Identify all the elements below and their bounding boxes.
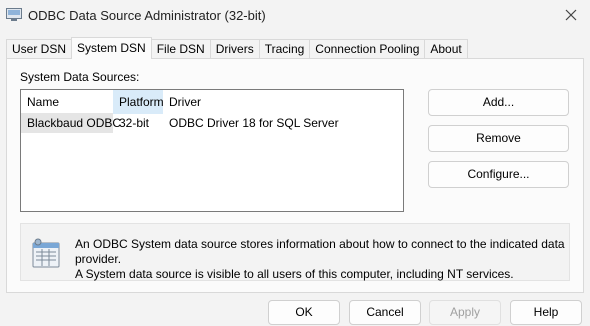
ok-button[interactable]: OK xyxy=(268,300,340,325)
info-box: An ODBC System data source stores inform… xyxy=(20,223,570,281)
column-header-name[interactable]: Name xyxy=(21,90,113,114)
system-data-sources-label: System Data Sources: xyxy=(20,70,140,84)
list-header: Name Platform Driver xyxy=(21,90,403,114)
info-line-2: A System data source is visible to all u… xyxy=(75,267,514,281)
cancel-button[interactable]: Cancel xyxy=(349,300,421,325)
tab-file-dsn[interactable]: File DSN xyxy=(151,39,210,59)
tab-drivers[interactable]: Drivers xyxy=(209,39,259,59)
tab-system-dsn[interactable]: System DSN xyxy=(71,37,152,59)
title-bar: ODBC Data Source Administrator (32-bit) xyxy=(0,0,590,32)
tab-strip: User DSN System DSN File DSN Drivers Tra… xyxy=(6,37,468,59)
add-button[interactable]: Add... xyxy=(428,89,569,116)
configure-button[interactable]: Configure... xyxy=(428,161,569,188)
window-title: ODBC Data Source Administrator (32-bit) xyxy=(28,8,266,23)
system-dsn-page: System Data Sources: Name Platform Drive… xyxy=(6,58,584,293)
dsn-name-cell[interactable]: Blackbaud ODBC xyxy=(21,113,121,133)
data-sources-list[interactable]: Name Platform Driver Blackbaud ODBC 32-b… xyxy=(20,89,404,212)
help-button[interactable]: Help xyxy=(510,300,582,325)
tab-user-dsn[interactable]: User DSN xyxy=(6,39,72,59)
column-header-driver[interactable]: Driver xyxy=(163,90,403,114)
close-icon[interactable] xyxy=(562,6,580,24)
remove-button[interactable]: Remove xyxy=(428,125,569,152)
dsn-driver-cell[interactable]: ODBC Driver 18 for SQL Server xyxy=(163,113,403,133)
data-source-info-icon xyxy=(32,238,60,268)
apply-button[interactable]: Apply xyxy=(429,300,501,325)
dsn-platform-cell[interactable]: 32-bit xyxy=(113,113,163,133)
odbc-app-icon xyxy=(6,8,22,21)
tab-connection-pooling[interactable]: Connection Pooling xyxy=(309,39,425,59)
tab-about[interactable]: About xyxy=(424,39,468,59)
list-item[interactable]: Blackbaud ODBC 32-bit ODBC Driver 18 for… xyxy=(21,113,403,133)
info-line-1: An ODBC System data source stores inform… xyxy=(75,237,565,266)
column-header-platform[interactable]: Platform xyxy=(113,90,164,114)
info-text: An ODBC System data source stores inform… xyxy=(75,237,569,282)
odbc-admin-window: ODBC Data Source Administrator (32-bit) … xyxy=(0,0,590,326)
tab-tracing[interactable]: Tracing xyxy=(258,39,310,59)
